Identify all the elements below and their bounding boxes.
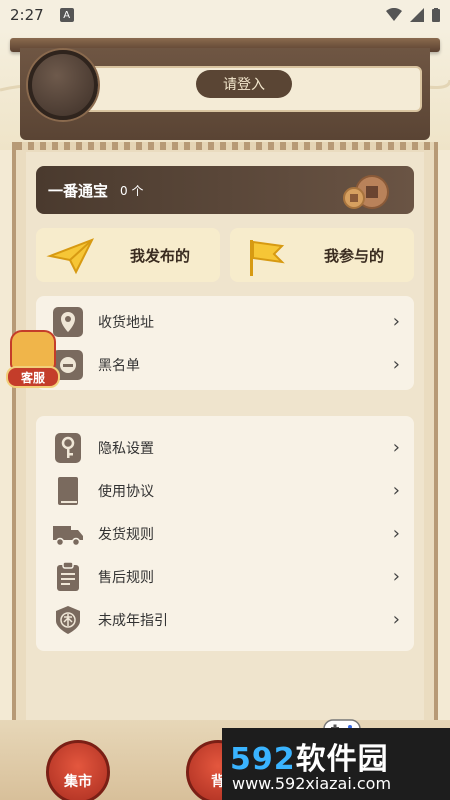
nav-market-label: 集市 (64, 774, 92, 790)
avatar[interactable] (28, 50, 98, 120)
clipboard-icon (52, 560, 84, 593)
customer-service-button[interactable]: 客服 (6, 330, 62, 390)
shield-icon (52, 604, 84, 636)
nav-market-button[interactable]: 集市 (46, 740, 110, 800)
chevron-right-icon: › (392, 437, 400, 458)
menu-item-agreement[interactable]: 使用协议 › (36, 469, 414, 512)
coins-icon (343, 175, 389, 209)
menu-item-label: 未成年指引 (98, 612, 168, 629)
chevron-right-icon: › (392, 523, 400, 544)
book-icon (52, 475, 84, 507)
menu-item-address[interactable]: 收货地址 › (36, 300, 414, 343)
wifi-icon (386, 8, 402, 21)
menu-item-label: 黑名单 (98, 357, 140, 374)
notification-badge: A (59, 8, 74, 22)
menu-item-label: 隐私设置 (98, 440, 154, 457)
token-title: 一番通宝 (48, 181, 109, 200)
menu-item-minor-guide[interactable]: 未成年指引 › (36, 598, 414, 641)
menu-item-label: 发货规则 (98, 526, 154, 543)
battery-icon (432, 8, 440, 22)
profile-banner: 请登入 (10, 38, 440, 140)
watermark: 592软件园 www.592xiazai.com (222, 728, 450, 800)
my-participation-button[interactable]: 我参与的 (230, 228, 414, 282)
token-count: 0 个 (120, 183, 144, 198)
mascot-icon (10, 330, 56, 370)
menu-item-privacy[interactable]: 隐私设置 › (36, 426, 414, 469)
signal-icon (410, 8, 424, 22)
chevron-right-icon: › (392, 609, 400, 630)
token-bar[interactable]: 一番通宝 0 个 (36, 166, 414, 214)
menu-item-label: 收货地址 (98, 314, 154, 331)
chevron-right-icon: › (392, 311, 400, 332)
my-posts-label: 我发布的 (129, 246, 190, 265)
menu-item-aftersale-rules[interactable]: 售后规则 › (36, 555, 414, 598)
my-posts-button[interactable]: 我发布的 (36, 228, 220, 282)
menu-item-label: 售后规则 (98, 569, 154, 586)
status-time: 2:27 (10, 6, 44, 24)
status-bar: 2:27 A (0, 0, 450, 30)
menu-card-settings: 隐私设置 › 使用协议 › 发货规则 › 售后规则 › 未成年指引 › (36, 416, 414, 651)
watermark-url: www.592xiazai.com (232, 774, 392, 793)
chevron-right-icon: › (392, 480, 400, 501)
flag-icon (250, 240, 285, 276)
watermark-brand-text: 软件园 (295, 742, 389, 777)
watermark-brand-number: 592 (230, 742, 296, 777)
menu-item-blacklist[interactable]: 黑名单 › (36, 343, 414, 386)
login-button[interactable]: 请登入 (196, 70, 292, 98)
customer-service-label: 客服 (6, 366, 60, 388)
menu-item-label: 使用协议 (98, 483, 154, 500)
paper-plane-icon (46, 238, 95, 275)
menu-card-address: 收货地址 › 黑名单 › (36, 296, 414, 390)
my-participation-label: 我参与的 (323, 246, 384, 265)
key-icon (52, 432, 84, 464)
chevron-right-icon: › (392, 354, 400, 375)
chevron-right-icon: › (392, 566, 400, 587)
menu-item-shipping-rules[interactable]: 发货规则 › (36, 512, 414, 555)
watermark-brand: 592软件园 (230, 734, 389, 778)
truck-icon (52, 518, 84, 550)
status-icons (386, 8, 440, 22)
